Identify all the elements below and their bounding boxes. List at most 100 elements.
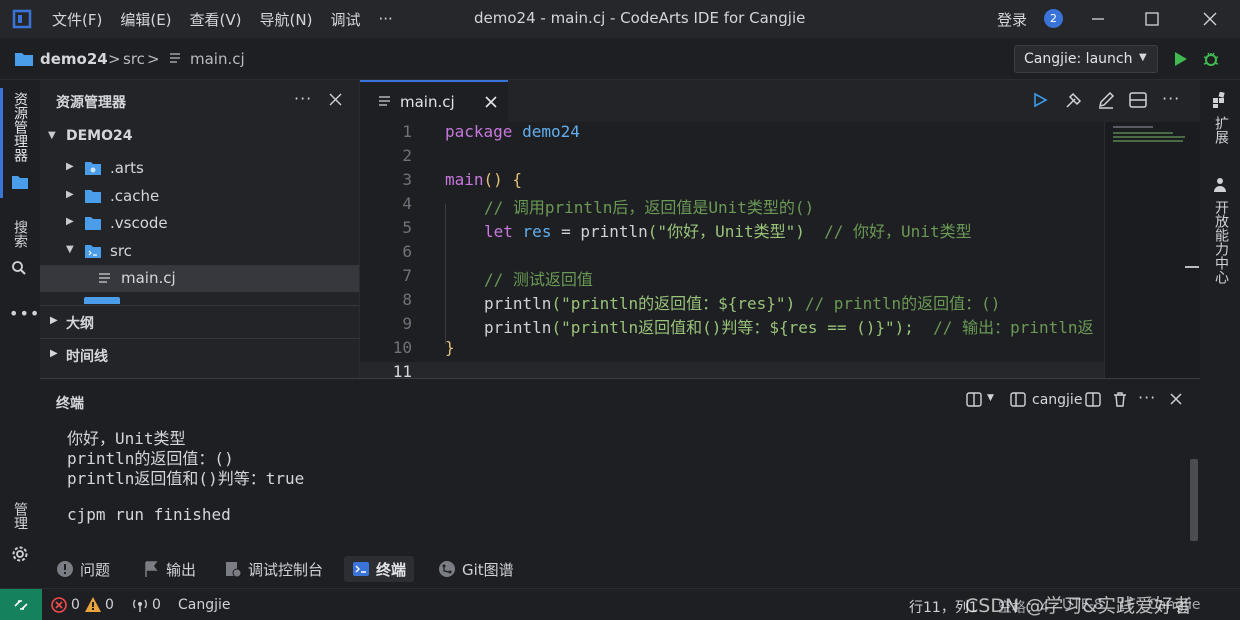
- run-file-icon[interactable]: [1032, 92, 1048, 108]
- tab-label: 终端: [376, 560, 407, 579]
- minimap-line: [1113, 132, 1173, 134]
- active-indicator: [0, 88, 3, 198]
- activity-manage[interactable]: 管理: [10, 502, 30, 530]
- tab-label: 调试控制台: [248, 560, 324, 579]
- person-icon[interactable]: [1212, 177, 1228, 193]
- editor-more-icon[interactable]: ···: [1162, 89, 1180, 108]
- tab-label: 问题: [80, 560, 111, 579]
- notification-badge[interactable]: 2: [1044, 9, 1063, 28]
- line-number: 10: [392, 338, 412, 357]
- tree-item-label: .vscode: [110, 214, 168, 232]
- maximize-icon[interactable]: [1141, 8, 1163, 30]
- line-number: 7: [402, 266, 412, 285]
- chevron-right-icon: ▶: [66, 216, 74, 227]
- error-count[interactable]: 0: [71, 597, 80, 613]
- tab-problems[interactable]: 问题: [56, 556, 110, 582]
- explorer-folder-icon[interactable]: [11, 174, 29, 190]
- close-tab-icon[interactable]: [485, 96, 497, 108]
- tab-terminal[interactable]: 终端: [344, 556, 415, 582]
- minimize-icon[interactable]: [1087, 8, 1109, 30]
- warning-count[interactable]: 0: [105, 597, 114, 613]
- line-number: 5: [402, 218, 412, 237]
- remote-indicator[interactable]: [0, 589, 42, 620]
- partial-folder-icon: [84, 297, 120, 304]
- menu-more[interactable]: ···: [378, 10, 392, 28]
- breadcrumb-file[interactable]: main.cj: [190, 50, 245, 68]
- code-token: println: [484, 294, 552, 313]
- search-icon[interactable]: [11, 260, 27, 276]
- activity-bar: 资源管理器 搜索 ••• 管理: [0, 80, 40, 588]
- tree-item-src[interactable]: ▼ src: [40, 238, 359, 265]
- folder-icon: [85, 190, 101, 203]
- activity-explorer[interactable]: 资源管理器: [10, 92, 30, 162]
- terminal-scrollbar[interactable]: [1190, 459, 1198, 541]
- breadcrumb-project[interactable]: demo24: [40, 50, 108, 68]
- more-icon[interactable]: •••: [9, 304, 40, 323]
- tree-item-vscode[interactable]: ▶ .vscode: [40, 210, 359, 237]
- code-editor[interactable]: 1 package demo24 2 3 main() { 4 // 调用printl…: [360, 122, 1104, 386]
- panel-more-icon[interactable]: ···: [1138, 388, 1156, 407]
- menu-edit[interactable]: 编辑(E): [120, 9, 171, 30]
- split-editor-icon[interactable]: [1129, 92, 1147, 108]
- tree-root[interactable]: ▼ DEMO24: [40, 124, 359, 151]
- tab-debug-console[interactable]: 调试控制台: [224, 556, 323, 582]
- code-token: res: [522, 222, 552, 241]
- edit-pencil-icon[interactable]: [1097, 91, 1115, 109]
- breadcrumb-folder[interactable]: src: [123, 50, 145, 68]
- outline-section[interactable]: ▶ 大纲: [40, 305, 359, 336]
- run-icon[interactable]: [1171, 50, 1189, 68]
- menu-navigate[interactable]: 导航(N): [260, 9, 313, 30]
- menu-debug[interactable]: 调试: [330, 9, 360, 30]
- launch-config-select[interactable]: Cangjie: launch ▼: [1014, 45, 1158, 73]
- debug-bug-icon[interactable]: [1201, 49, 1221, 69]
- terminal-panel: 终端 ▼ cangjie ··· 你好，Unit类型 println的返回值：(…: [40, 378, 1200, 548]
- tab-output[interactable]: 输出: [142, 556, 196, 582]
- build-hammer-icon[interactable]: [1064, 91, 1083, 110]
- terminal-name[interactable]: cangjie: [1032, 392, 1082, 408]
- minimap-line: [1113, 126, 1153, 128]
- code-line: 9 println("println返回值和()判等：${res == ()}")…: [360, 314, 1104, 338]
- tree-item-cache[interactable]: ▶ .cache: [40, 183, 359, 210]
- warning-icon[interactable]: [84, 596, 102, 613]
- right-activity-bar: 扩展 开放能力中心: [1200, 80, 1240, 588]
- minimap[interactable]: [1104, 122, 1200, 378]
- tab-git-graph[interactable]: Git图谱: [438, 556, 514, 582]
- chevron-down-icon: ▼: [66, 244, 74, 255]
- line-number: 1: [402, 122, 412, 141]
- terminal-line: cjpm run finished: [67, 505, 231, 524]
- panel-title: 终端: [56, 396, 84, 412]
- remote-icon: [14, 600, 28, 610]
- gear-icon[interactable]: [11, 545, 29, 563]
- language-status[interactable]: Cangjie: [178, 597, 231, 613]
- menu-view[interactable]: 查看(V): [190, 9, 242, 30]
- source-folder-icon: [85, 245, 101, 258]
- activity-search[interactable]: 搜索: [10, 220, 30, 248]
- chevron-down-icon[interactable]: ▼: [987, 393, 994, 403]
- split-terminal-icon[interactable]: [966, 392, 982, 407]
- close-window-icon[interactable]: [1199, 8, 1221, 30]
- split-icon[interactable]: [1085, 392, 1101, 407]
- code-token: println: [580, 222, 648, 241]
- timeline-section[interactable]: ▶ 时间线: [40, 338, 359, 369]
- ports-broadcast-icon[interactable]: [131, 597, 149, 613]
- tree-item-main-cj[interactable]: main.cj: [40, 265, 359, 292]
- tab-main-cj[interactable]: main.cj: [360, 80, 508, 122]
- menu-file[interactable]: 文件(F): [52, 9, 102, 30]
- folder-icon: [15, 53, 33, 66]
- terminal-output[interactable]: 你好，Unit类型 println的返回值：() println返回值和()判等…: [40, 423, 1190, 543]
- tree-item-arts[interactable]: ▶ .arts: [40, 155, 359, 182]
- error-icon[interactable]: [51, 597, 67, 613]
- close-icon[interactable]: [329, 93, 342, 106]
- launch-config-label: Cangjie: launch: [1024, 51, 1133, 67]
- terminal-instance-icon[interactable]: [1010, 392, 1026, 407]
- file-lines-icon: [99, 273, 110, 283]
- close-panel-icon[interactable]: [1170, 393, 1182, 405]
- login-button[interactable]: 登录: [997, 9, 1027, 30]
- extensions-icon[interactable]: [1212, 92, 1228, 108]
- rightbar-extensions[interactable]: 扩展: [1211, 116, 1231, 144]
- trash-icon[interactable]: [1112, 391, 1128, 408]
- chevron-right-icon: ▶: [66, 189, 74, 200]
- ports-count[interactable]: 0: [152, 597, 161, 613]
- explorer-more-icon[interactable]: ···: [294, 89, 312, 108]
- rightbar-dev-center[interactable]: 开放能力中心: [1211, 200, 1231, 284]
